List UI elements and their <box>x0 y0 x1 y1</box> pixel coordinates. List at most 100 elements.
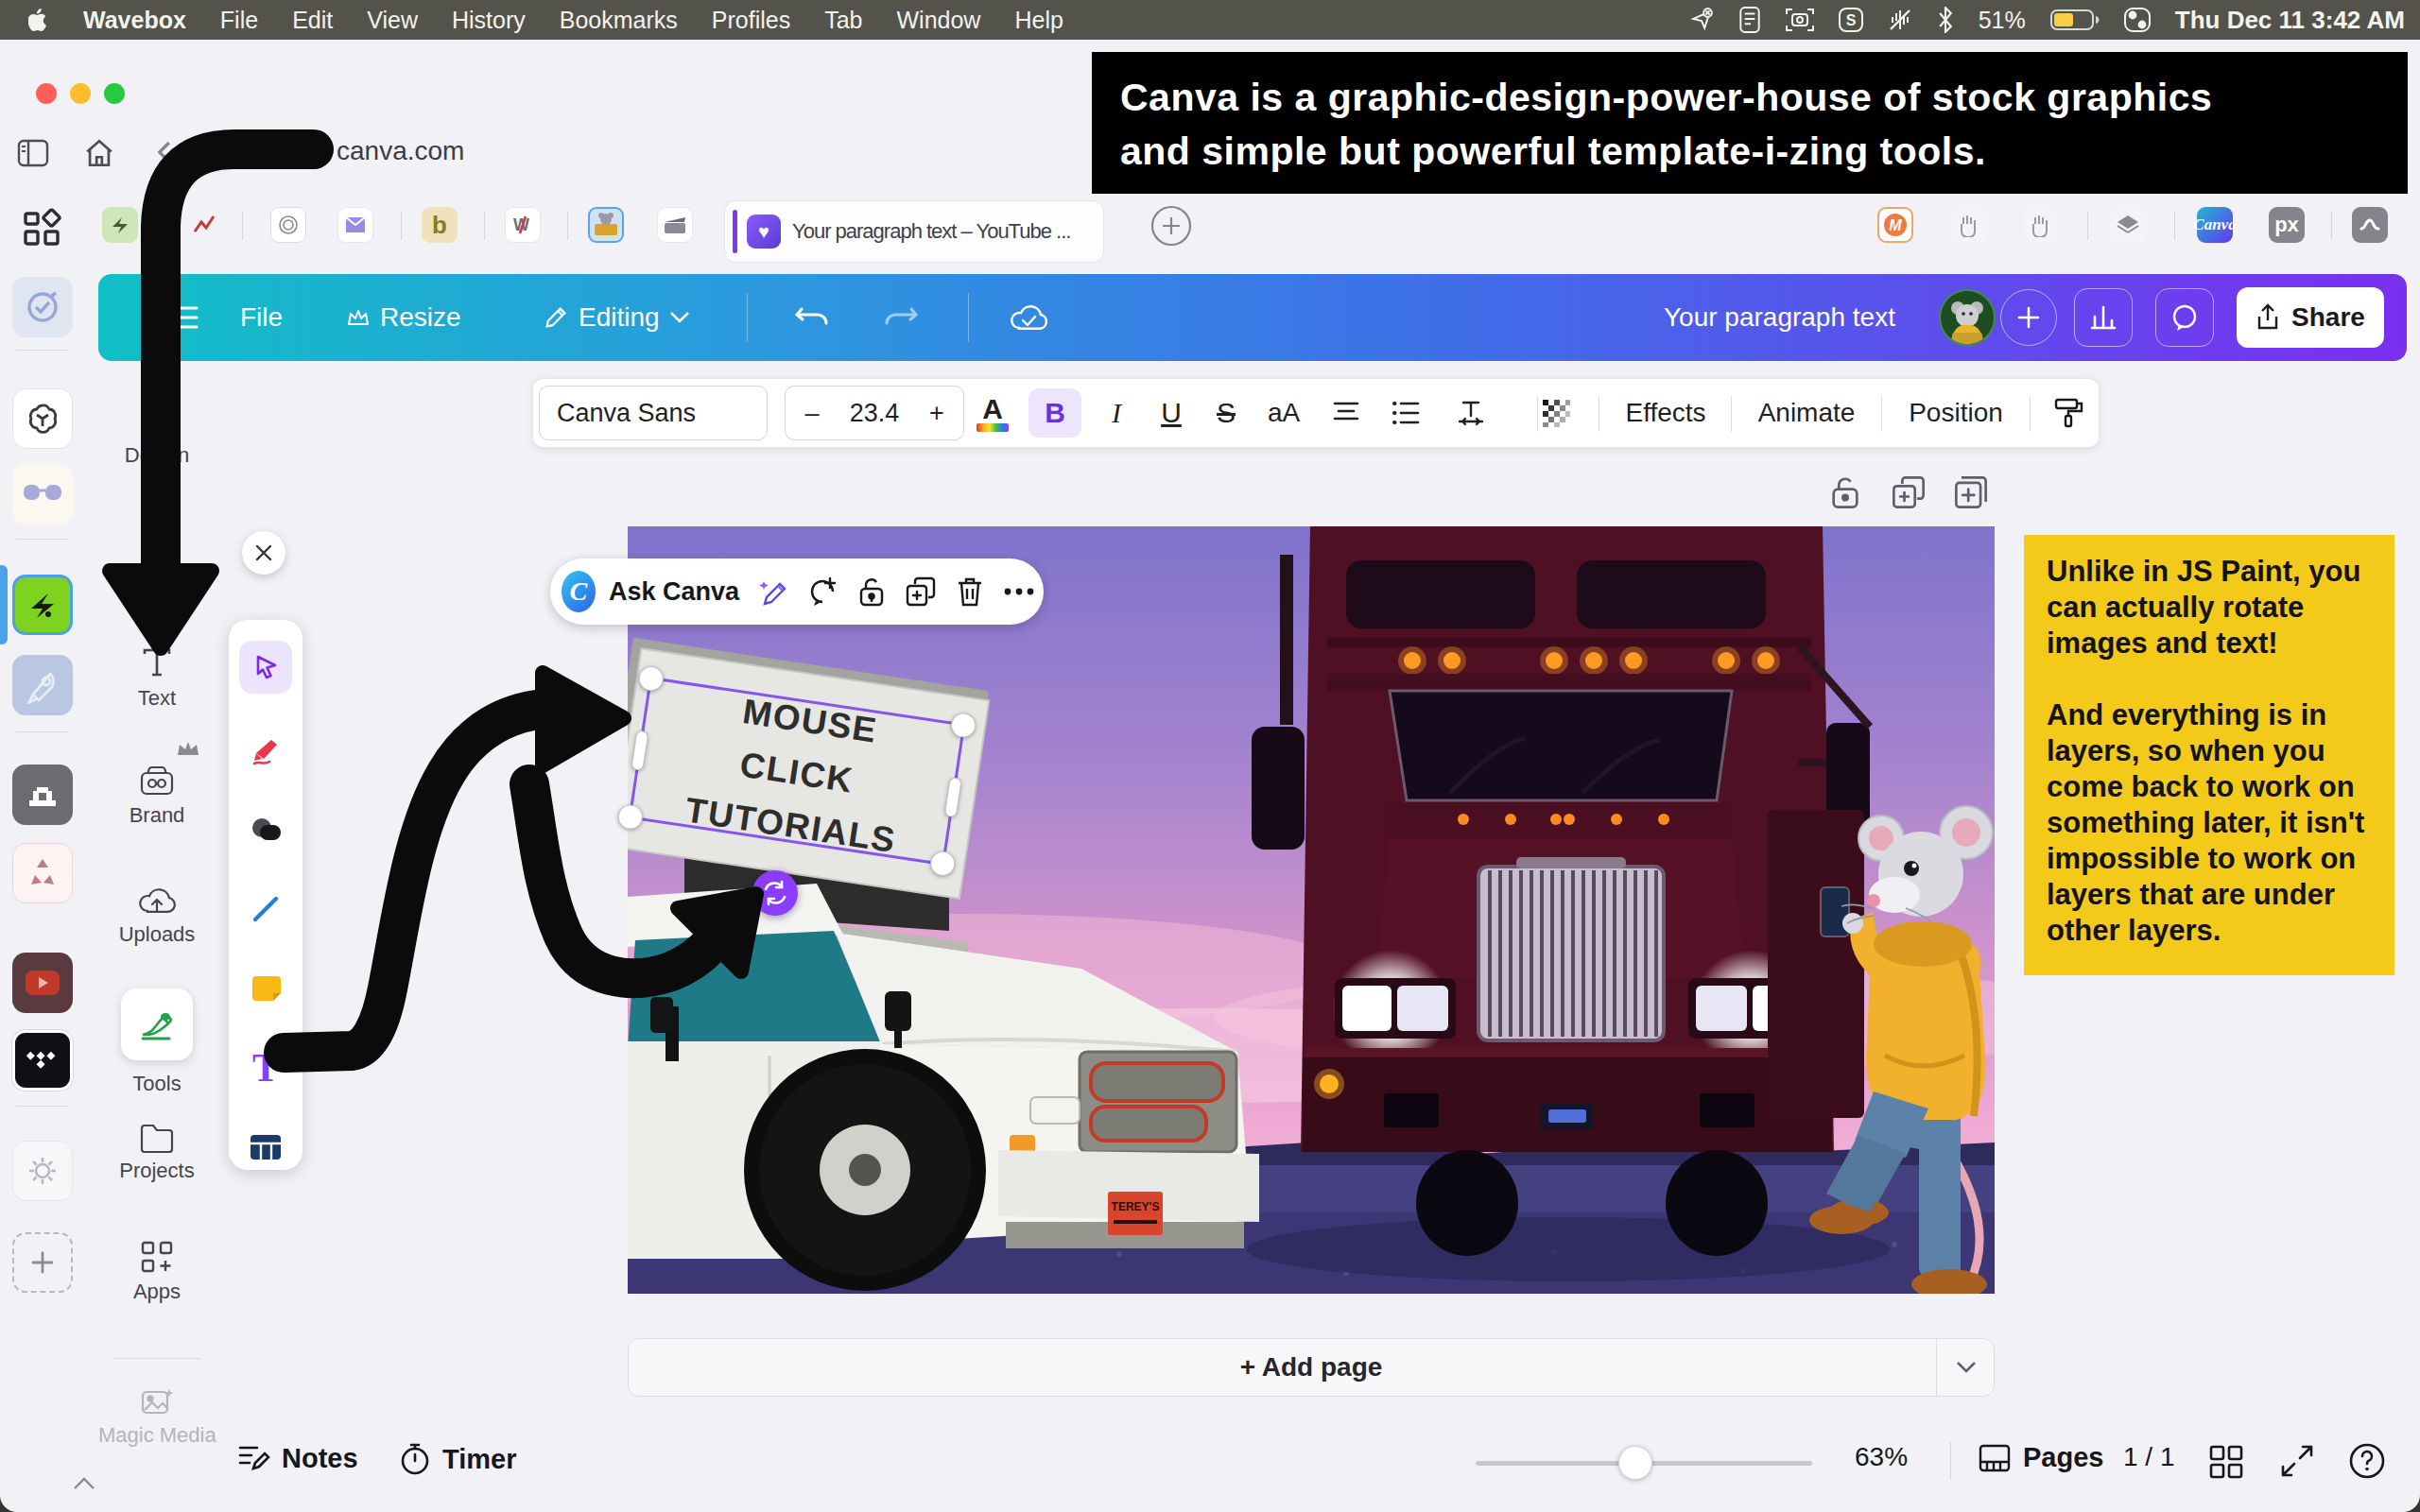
select-tool[interactable] <box>239 641 292 694</box>
sidebar-item-elements[interactable] <box>98 533 216 567</box>
url-text[interactable]: canva.com <box>337 136 464 166</box>
mic-muted-status-icon[interactable] <box>1888 8 1912 32</box>
browser-tab[interactable]: ♥ Your paragraph text – YouTube ... <box>724 200 1104 263</box>
magic-edit-icon[interactable] <box>749 565 798 618</box>
notes-button[interactable]: Notes <box>236 1442 358 1474</box>
zoom-level-label[interactable]: 63% <box>1855 1442 1908 1472</box>
undo-button[interactable] <box>794 274 830 361</box>
back-button-icon[interactable] <box>151 138 180 166</box>
menubar-item-window[interactable]: Window <box>897 7 981 34</box>
italic-button[interactable]: I <box>1093 379 1140 447</box>
menubar-item-file[interactable]: File <box>220 7 258 34</box>
app-glasses-icon[interactable] <box>12 464 73 524</box>
menubar-app-name[interactable]: Wavebox <box>83 7 186 34</box>
ext-curve-icon[interactable] <box>2352 207 2388 243</box>
file-menu-button[interactable]: File <box>240 274 283 361</box>
app-settings-icon[interactable] <box>12 1141 73 1201</box>
grid-view-icon[interactable] <box>2208 1444 2244 1480</box>
editing-mode-button[interactable]: Editing <box>543 274 690 361</box>
bookmark-mouse-tutorials-icon[interactable] <box>588 207 624 243</box>
location-status-icon[interactable] <box>1689 8 1714 32</box>
pages-view-button[interactable]: Pages <box>1978 1442 2103 1473</box>
new-tab-button[interactable] <box>1150 204 1193 248</box>
sidebar-item-projects[interactable]: Projects <box>98 1123 216 1183</box>
account-avatar[interactable] <box>1939 289 1996 346</box>
sidebar-item-magic-media[interactable]: Magic Media <box>98 1387 216 1448</box>
document-status-icon[interactable] <box>1738 7 1761 33</box>
share-button[interactable]: Share <box>2237 287 2384 348</box>
bookmark-ring-icon[interactable] <box>270 207 306 243</box>
app-rocket-icon[interactable] <box>12 655 73 715</box>
ext-hand1-icon[interactable] <box>1951 207 1987 243</box>
underline-button[interactable]: U <box>1148 379 1195 447</box>
app-bridge-icon[interactable] <box>12 765 73 825</box>
font-size-increase[interactable]: + <box>910 399 963 428</box>
bookmark-clapper-icon[interactable] <box>657 207 693 243</box>
zoom-slider-knob[interactable] <box>1618 1446 1652 1480</box>
insights-button[interactable] <box>2074 288 2133 347</box>
ext-pixels-icon[interactable]: px <box>2269 207 2305 243</box>
font-size-stepper[interactable]: – 23.4 + <box>785 386 964 440</box>
resize-button[interactable]: Resize <box>346 274 461 361</box>
table-tool[interactable] <box>239 1121 292 1174</box>
bookmark-b-icon[interactable]: b <box>422 207 458 243</box>
app-recycle-icon[interactable] <box>12 843 73 903</box>
transparency-button[interactable] <box>1528 379 1584 447</box>
sidebar-item-uploads[interactable]: Uploads <box>98 885 216 947</box>
apps-grid-icon[interactable] <box>12 198 73 259</box>
page-lock-icon[interactable] <box>1828 474 1862 510</box>
paint-roller-icon[interactable] <box>2042 379 2095 447</box>
window-close-button[interactable] <box>36 83 57 104</box>
ask-canva-label[interactable]: Ask Canva <box>609 577 739 607</box>
text-align-button[interactable] <box>1320 379 1373 447</box>
menubar-item-help[interactable]: Help <box>1014 7 1063 34</box>
effects-button[interactable]: Effects <box>1613 379 1719 447</box>
menubar-item-bookmarks[interactable]: Bookmarks <box>560 7 678 34</box>
delete-icon[interactable] <box>945 565 994 618</box>
app-wavebox-active-icon[interactable] <box>12 575 73 635</box>
home-button-icon[interactable] <box>83 137 115 169</box>
sidebar-item-apps[interactable]: Apps <box>98 1240 216 1304</box>
ext-hand2-icon[interactable] <box>2023 207 2059 243</box>
canva-assistant-icon[interactable]: C <box>562 571 596 612</box>
lock-icon[interactable] <box>847 565 896 618</box>
app-tidal-icon[interactable] <box>12 1030 73 1091</box>
duplicate-icon[interactable] <box>896 565 945 618</box>
app-add-button[interactable] <box>12 1232 73 1293</box>
bookmark-mail-icon[interactable] <box>337 207 373 243</box>
app-youtube-icon[interactable] <box>12 953 73 1013</box>
ext-layers-icon[interactable] <box>2110 207 2146 243</box>
more-options-icon[interactable] <box>994 565 1044 618</box>
menubar-item-edit[interactable]: Edit <box>292 7 333 34</box>
menubar-item-tab[interactable]: Tab <box>824 7 862 34</box>
add-member-button[interactable] <box>2000 289 2057 346</box>
app-chatgpt-icon[interactable] <box>12 388 73 449</box>
sidebar-scroll-up-icon[interactable] <box>72 1476 96 1491</box>
bold-button[interactable]: B <box>1028 388 1081 438</box>
menu-hamburger-icon[interactable] <box>166 274 199 361</box>
panel-close-button[interactable] <box>242 531 285 575</box>
font-size-decrease[interactable]: – <box>786 399 838 428</box>
sidebar-toggle-icon[interactable] <box>17 138 49 168</box>
menubar-item-view[interactable]: View <box>367 7 418 34</box>
sidebar-item-tools[interactable] <box>121 988 193 1060</box>
add-page-button[interactable]: + Add page <box>628 1338 1995 1397</box>
bookmark-wavebox-icon[interactable] <box>102 207 138 243</box>
text-color-button[interactable]: A <box>966 390 1019 436</box>
comments-button[interactable] <box>2155 288 2214 347</box>
help-button[interactable] <box>2348 1442 2386 1480</box>
apple-logo-icon[interactable] <box>28 8 49 32</box>
menubar-item-profiles[interactable]: Profiles <box>712 7 790 34</box>
text-case-button[interactable]: aA <box>1257 379 1310 447</box>
text-tool[interactable]: T <box>239 1041 292 1094</box>
rotate-handle[interactable] <box>752 870 798 916</box>
add-page-dropdown[interactable] <box>1936 1338 1995 1397</box>
bookmark-w-icon[interactable]: W <box>505 207 541 243</box>
sidebar-item-design[interactable]: Design <box>98 404 216 468</box>
app-tasks-icon[interactable] <box>12 277 73 337</box>
position-button[interactable]: Position <box>1896 379 2015 447</box>
control-center-icon[interactable] <box>2124 8 2151 32</box>
screenshot-status-icon[interactable] <box>1786 7 1814 33</box>
cloud-saved-icon[interactable] <box>1008 274 1049 361</box>
sidebar-item-brand[interactable]: Brand <box>98 765 216 828</box>
